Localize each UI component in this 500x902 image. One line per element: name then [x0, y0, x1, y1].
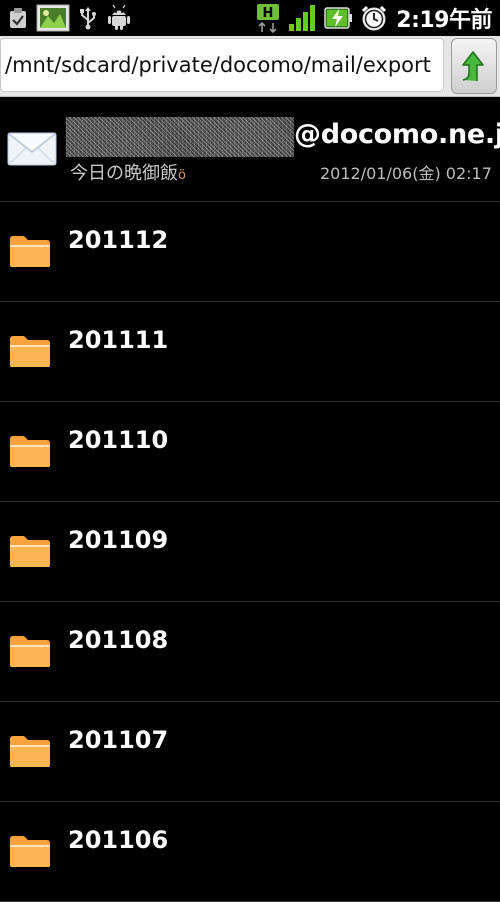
folder-list-item[interactable]: 201107	[0, 702, 500, 802]
folder-name: 201112	[68, 226, 169, 254]
folder-list-item[interactable]: 201112	[0, 202, 500, 302]
alarm-clock-icon	[360, 4, 388, 32]
folder-list-item[interactable]: 201111	[0, 302, 500, 402]
mail-list-item[interactable]: @docomo.ne.jp 今日の晩御飯ö 2012/01/06(金) 02:1…	[0, 97, 500, 202]
folder-icon	[8, 333, 52, 373]
folder-list-item[interactable]: 201108	[0, 602, 500, 702]
folder-name: 201111	[68, 326, 169, 354]
android-debug-icon	[106, 5, 132, 31]
sender-domain: @docomo.ne.jp	[294, 119, 500, 150]
path-input[interactable]: /mnt/sdcard/private/docomo/mail/export	[0, 38, 444, 92]
folder-name: 201110	[68, 426, 169, 454]
up-arrow-icon	[459, 49, 489, 83]
battery-charging-icon	[324, 5, 353, 31]
folder-list-item[interactable]: 201109	[0, 502, 500, 602]
folder-icon	[8, 233, 52, 273]
folder-icon	[8, 633, 52, 673]
folder-icon	[8, 833, 52, 873]
mail-subject: 今日の晩御飯ö	[70, 163, 186, 184]
system-icons: H 2:19午前	[256, 0, 500, 36]
signal-strength-icon	[288, 4, 316, 32]
file-list: @docomo.ne.jp 今日の晩御飯ö 2012/01/06(金) 02:1…	[0, 97, 500, 902]
folder-list-item[interactable]: 201110	[0, 402, 500, 502]
up-directory-button[interactable]	[451, 38, 497, 94]
folder-name: 201107	[68, 726, 169, 754]
notification-icons	[0, 0, 132, 36]
folder-icon	[8, 733, 52, 773]
folder-name: 201106	[68, 826, 169, 854]
svg-text:H: H	[263, 6, 274, 21]
folder-icon	[8, 533, 52, 573]
sender-address-redacted	[66, 117, 294, 157]
clipboard-check-icon	[8, 7, 28, 29]
folder-name: 201108	[68, 626, 169, 654]
mail-date: 2012/01/06(金) 02:17	[320, 164, 492, 183]
folder-icon	[8, 433, 52, 473]
usb-icon	[78, 6, 98, 30]
hsdpa-data-icon: H	[256, 3, 280, 33]
envelope-icon	[7, 132, 57, 170]
path-bar: /mnt/sdcard/private/docomo/mail/export	[0, 36, 500, 97]
folder-list-item[interactable]: 201106	[0, 802, 500, 902]
status-bar: H 2:19午前	[0, 0, 500, 36]
picture-notification-icon	[36, 4, 70, 32]
folder-name: 201109	[68, 526, 169, 554]
status-clock: 2:19午前	[396, 8, 492, 33]
